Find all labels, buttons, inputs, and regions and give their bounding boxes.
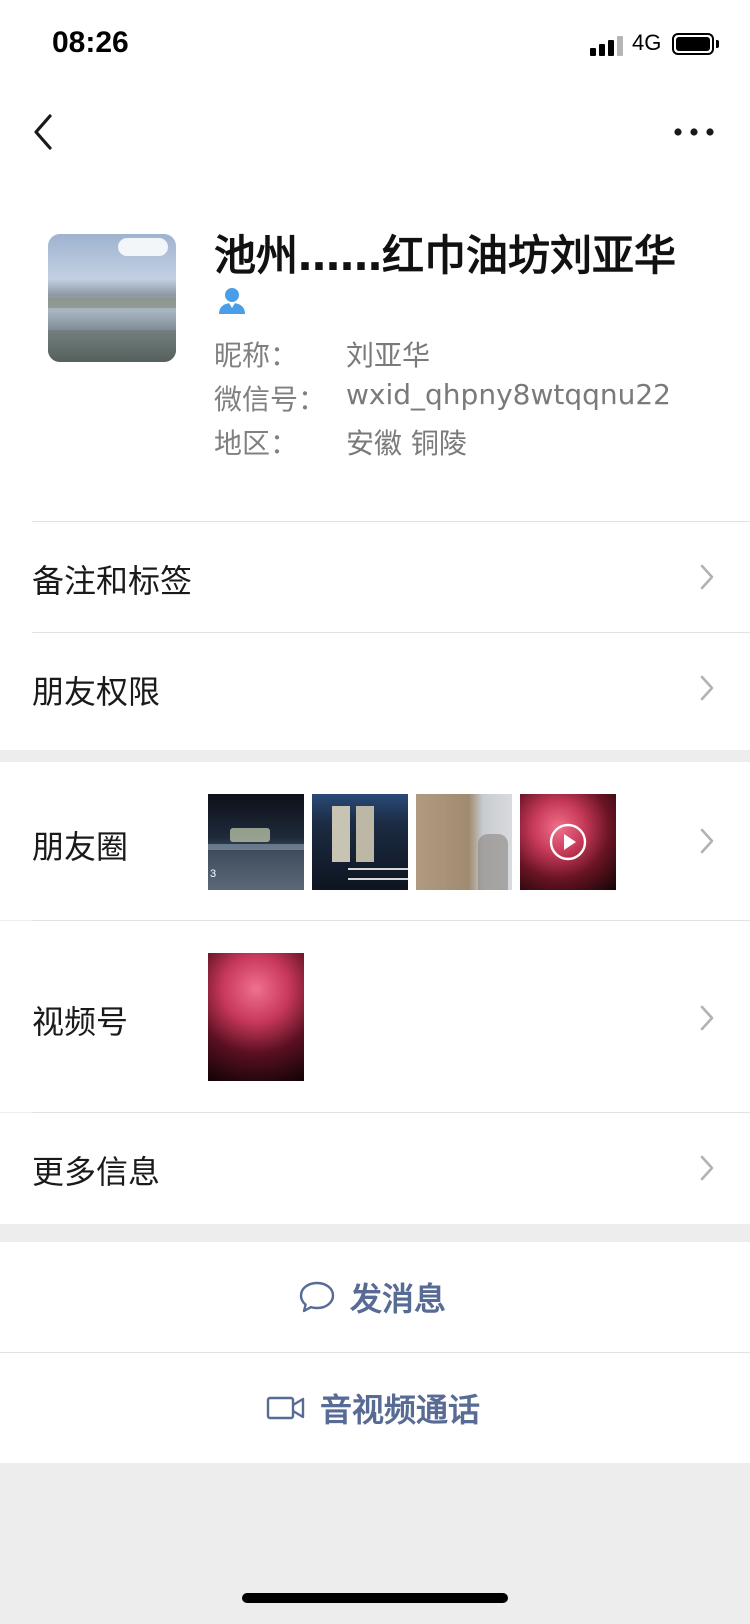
wechat-id-value[interactable]: wxid_qhpny8wtqqnu22 (346, 378, 671, 411)
region-value: 安徽 铜陵 (346, 427, 467, 460)
chevron-right-icon (698, 673, 716, 703)
chat-bubble-icon (299, 1281, 335, 1313)
play-icon (549, 823, 587, 861)
remarks-tags-label: 备注和标签 (32, 562, 193, 600)
more-info-row[interactable]: 更多信息 (0, 1113, 750, 1224)
moments-row[interactable]: 朋友圈 3 (0, 762, 750, 920)
moments-thumbnail[interactable] (312, 794, 408, 890)
chevron-right-icon (698, 1153, 716, 1183)
friend-permissions-label: 朋友权限 (32, 673, 161, 711)
battery-icon (672, 33, 714, 55)
channels-row[interactable]: 视频号 (0, 921, 750, 1112)
battery-tip (716, 40, 719, 48)
thumbnail-caption: 3 (210, 868, 217, 880)
send-message-button[interactable]: 发消息 (0, 1242, 750, 1352)
status-time: 08:26 (52, 26, 129, 59)
avatar[interactable] (48, 234, 176, 362)
chevron-right-icon (698, 562, 716, 592)
chevron-left-icon[interactable] (28, 108, 68, 158)
channels-thumbnail[interactable] (208, 953, 304, 1081)
moments-video-thumbnail[interactable] (520, 794, 616, 890)
status-bar: 08:26 4G (0, 0, 750, 90)
wechat-id-row: 微信号： wxid_qhpny8wtqqnu22 (214, 378, 671, 418)
person-icon (216, 284, 248, 316)
send-message-label: 发消息 (350, 1280, 447, 1318)
video-call-button[interactable]: 音视频通话 (0, 1353, 750, 1463)
nickname-value: 刘亚华 (346, 339, 431, 372)
video-camera-icon (266, 1396, 305, 1420)
moments-thumbnail[interactable]: 3 (208, 794, 304, 890)
wechat-id-label: 微信号： (214, 383, 327, 416)
contact-name: 池州……红巾油坊刘亚华 (214, 231, 677, 280)
moments-thumbnail[interactable] (416, 794, 512, 890)
signal-icon (590, 34, 626, 56)
home-indicator[interactable] (242, 1593, 508, 1603)
moments-label: 朋友圈 (32, 828, 129, 866)
channels-label: 视频号 (32, 1003, 129, 1041)
more-dots-icon[interactable] (670, 120, 718, 144)
region-label: 地区： (214, 427, 299, 460)
chevron-right-icon (698, 1003, 716, 1033)
video-call-label: 音视频通话 (320, 1391, 481, 1429)
chevron-right-icon (698, 826, 716, 856)
region-row: 地区： 安徽 铜陵 (214, 422, 467, 462)
friend-permissions-row[interactable]: 朋友权限 (0, 633, 750, 744)
remarks-tags-row[interactable]: 备注和标签 (0, 522, 750, 632)
more-info-label: 更多信息 (32, 1153, 161, 1191)
nickname-label: 昵称： (214, 339, 299, 372)
nickname-row: 昵称： 刘亚华 (214, 334, 430, 374)
network-type: 4G (632, 30, 662, 55)
